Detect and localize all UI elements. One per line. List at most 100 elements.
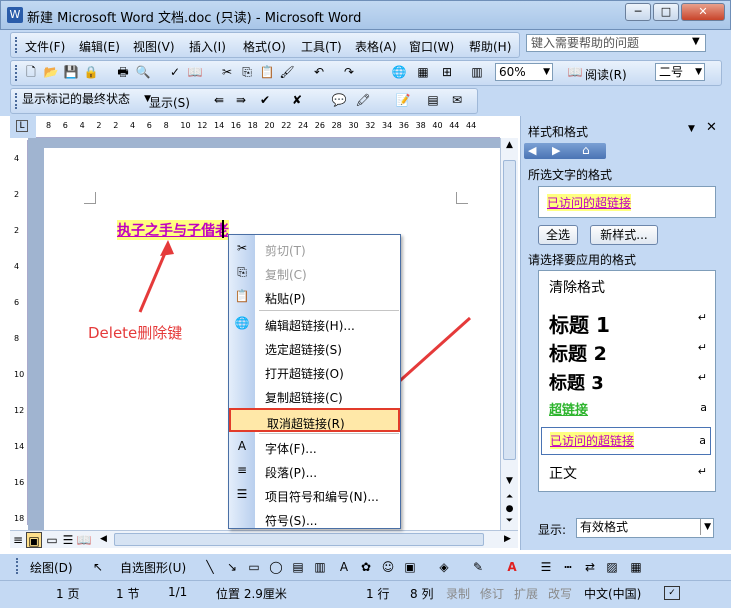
- select-objects-icon[interactable]: ↖: [90, 559, 106, 575]
- style-type-mark: ↵: [697, 311, 707, 324]
- context-menu-item[interactable]: ✂ 剪切(T): [229, 237, 400, 261]
- style-item[interactable]: 超链接 a: [541, 395, 711, 423]
- status-overtype[interactable]: 改写: [548, 585, 572, 602]
- style-item[interactable]: 标题 1 ↵: [541, 305, 711, 337]
- wordart-icon[interactable]: A: [336, 559, 352, 575]
- pane-nav-bar: ◀ ▶ ⌂: [524, 143, 606, 159]
- web-view-icon[interactable]: ▣: [26, 532, 42, 548]
- autoshapes-button[interactable]: 自选图形(U): [120, 559, 186, 576]
- prev-page-icon[interactable]: ⏶: [502, 492, 517, 504]
- context-menu-item[interactable]: ≡ 段落(P)...: [229, 459, 400, 483]
- status-extend[interactable]: 扩展: [514, 585, 538, 602]
- style-list[interactable]: 清除格式 标题 1 ↵ 标题 2 ↵ 标题 3 ↵ 超链接 a 已访问的超链接 a 正文 ↵: [538, 270, 716, 492]
- context-menu-item[interactable]: ☰ 项目符号和编号(N)...: [229, 483, 400, 507]
- picture-icon[interactable]: ▣: [402, 559, 418, 575]
- status-column: 8 列: [410, 587, 434, 601]
- line-color-icon[interactable]: ✎: [470, 559, 486, 575]
- context-menu-item[interactable]: 取消超链接(R): [229, 408, 400, 432]
- horizontal-scrollbar[interactable]: ≡ ▣ ▭ ☰ 📖 ◀ ▶: [10, 530, 518, 548]
- pane-close-icon[interactable]: ✕: [706, 120, 717, 135]
- context-menu-item[interactable]: 打开超链接(O): [229, 360, 400, 384]
- reading-view-icon[interactable]: 📖: [76, 532, 92, 548]
- font-color-icon[interactable]: A: [504, 559, 520, 575]
- home-icon[interactable]: ⌂: [582, 143, 590, 157]
- context-item-label: 符号(S)...: [265, 514, 318, 528]
- context-item-label: 打开超链接(O): [265, 367, 344, 381]
- style-type-mark: ↵: [697, 371, 707, 384]
- toolbar-grip[interactable]: [16, 558, 20, 574]
- context-menu-item[interactable]: 📋 粘贴(P): [229, 285, 400, 309]
- oval-icon[interactable]: ◯: [268, 559, 284, 575]
- rectangle-icon[interactable]: ▭: [246, 559, 262, 575]
- context-item-label: 编辑超链接(H)...: [265, 319, 355, 333]
- print-view-icon[interactable]: ▭: [44, 532, 60, 548]
- context-menu-item[interactable]: 复制超链接(C): [229, 384, 400, 408]
- clipart-icon[interactable]: ☺: [380, 559, 396, 575]
- line-style-icon[interactable]: ☰: [538, 559, 554, 575]
- context-menu-item[interactable]: ⎘ 复制(C): [229, 261, 400, 285]
- context-menu-item[interactable]: 🌐 编辑超链接(H)...: [229, 312, 400, 336]
- status-line: 1 行: [366, 587, 390, 601]
- style-item[interactable]: 标题 3 ↵: [541, 365, 711, 394]
- scroll-left-icon[interactable]: ◀: [100, 534, 107, 544]
- status-section: 1 节: [116, 587, 140, 601]
- scroll-down-icon[interactable]: ▼: [502, 476, 517, 490]
- status-record[interactable]: 录制: [446, 585, 470, 602]
- status-track[interactable]: 修订: [480, 585, 504, 602]
- diagram-icon[interactable]: ✿: [358, 559, 374, 575]
- select-all-button[interactable]: 全选: [538, 225, 578, 245]
- status-pages: 1/1: [168, 585, 188, 599]
- style-name: 标题 1: [549, 313, 610, 337]
- style-item[interactable]: 标题 2 ↵: [541, 335, 711, 365]
- context-item-label: 复制(C): [265, 268, 307, 282]
- hscroll-thumb[interactable]: [114, 533, 484, 546]
- style-item[interactable]: 已访问的超链接 a: [541, 427, 711, 455]
- style-type-mark: a: [700, 401, 707, 414]
- new-style-button[interactable]: 新样式...: [590, 225, 658, 245]
- next-page-icon[interactable]: ⏷: [502, 516, 517, 528]
- pane-menu-icon[interactable]: ▼: [688, 124, 695, 134]
- show-filter-select[interactable]: 有效格式 ▼: [576, 518, 714, 538]
- style-item[interactable]: 清除格式: [541, 273, 711, 301]
- vertical-textbox-icon[interactable]: ▥: [312, 559, 328, 575]
- context-item-icon: [234, 364, 250, 380]
- context-menu-item[interactable]: 选定超链接(S): [229, 336, 400, 360]
- textbox-icon[interactable]: ▤: [290, 559, 306, 575]
- dash-style-icon[interactable]: ┅: [560, 559, 576, 575]
- forward-icon[interactable]: ▶: [552, 144, 560, 157]
- scroll-up-icon[interactable]: ▲: [502, 140, 517, 156]
- 3d-icon[interactable]: ▦: [628, 559, 644, 575]
- context-item-label: 粘贴(P): [265, 292, 306, 306]
- spelling-status-icon[interactable]: ✓: [664, 586, 680, 600]
- scroll-right-icon[interactable]: ▶: [504, 534, 511, 544]
- arrow-style-icon[interactable]: ⇄: [582, 559, 598, 575]
- style-item[interactable]: 正文 ↵: [541, 459, 711, 487]
- context-item-icon: 📋: [234, 289, 250, 303]
- status-language: 中文(中国): [584, 587, 642, 601]
- style-name: 正文: [549, 466, 577, 482]
- selected-format-box[interactable]: 已访问的超链接: [538, 186, 716, 218]
- menu-separator: [259, 310, 399, 311]
- normal-view-icon[interactable]: ≡: [10, 532, 26, 548]
- outline-view-icon[interactable]: ☰: [60, 532, 76, 548]
- style-name: 标题 3: [549, 373, 604, 394]
- draw-menu-button[interactable]: 绘图(D): [30, 559, 73, 576]
- back-icon[interactable]: ◀: [528, 144, 536, 157]
- context-item-label: 取消超链接(R): [267, 417, 345, 431]
- arrow-icon[interactable]: ↘: [224, 559, 240, 575]
- context-item-label: 选定超链接(S): [265, 343, 342, 357]
- task-pane-title: 样式和格式: [528, 125, 589, 139]
- browse-object-icon[interactable]: ●: [502, 504, 517, 516]
- context-item-label: 字体(F)...: [265, 442, 317, 456]
- context-menu-item[interactable]: 符号(S)...: [229, 507, 400, 531]
- shadow-icon[interactable]: ▨: [604, 559, 620, 575]
- scroll-thumb[interactable]: [503, 160, 516, 460]
- vertical-scrollbar[interactable]: ▲ ▼ ⏶ ● ⏷: [500, 138, 518, 530]
- status-bar: 1 页 1 节 1/1 位置 2.9厘米 1 行 8 列 录制 修订 扩展 改写…: [0, 580, 731, 608]
- style-name: 清除格式: [549, 280, 605, 296]
- context-item-icon: [234, 340, 250, 356]
- fill-color-icon[interactable]: ◈: [436, 559, 452, 575]
- line-icon[interactable]: ╲: [202, 559, 218, 575]
- context-menu: ✂ 剪切(T) ⎘ 复制(C) 📋 粘贴(P) 🌐 编辑超链接(H)... 选定超链接(S) 打开…: [228, 234, 401, 529]
- context-menu-item[interactable]: A 字体(F)...: [229, 435, 400, 459]
